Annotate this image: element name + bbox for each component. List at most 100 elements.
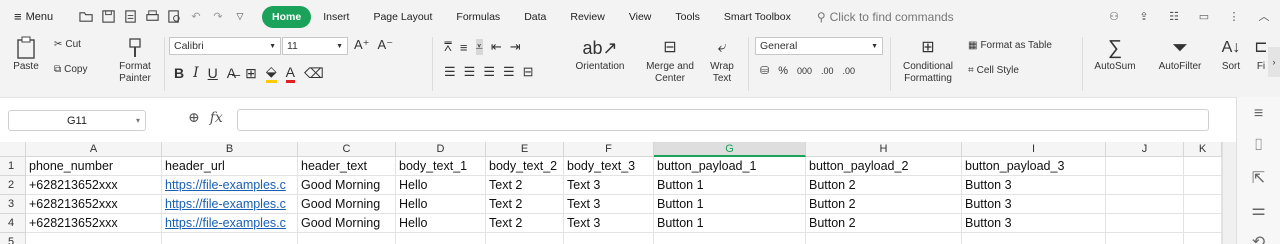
- print-preview-icon[interactable]: [166, 9, 182, 25]
- column-header-i[interactable]: I: [962, 142, 1106, 157]
- sort-button[interactable]: A↓ Sort: [1214, 35, 1248, 73]
- cell-c3[interactable]: Good Morning: [298, 195, 396, 214]
- font-name-select[interactable]: Calibri ▼: [169, 37, 281, 55]
- cell-i4[interactable]: Button 3: [962, 214, 1106, 233]
- thousands-button[interactable]: 000: [797, 66, 812, 76]
- cell-c4[interactable]: Good Morning: [298, 214, 396, 233]
- cell-d2[interactable]: Hello: [396, 176, 486, 195]
- row-header-4[interactable]: 4: [0, 214, 26, 233]
- tab-tools[interactable]: Tools: [663, 6, 712, 28]
- align-top-icon[interactable]: ⩞: [444, 39, 452, 55]
- cell-a1[interactable]: phone_number: [26, 157, 162, 176]
- cell-a3[interactable]: +628213652xxx: [26, 195, 162, 214]
- cell-h4[interactable]: Button 2: [806, 214, 962, 233]
- column-header-c[interactable]: C: [298, 142, 396, 157]
- cell-d5[interactable]: [396, 233, 486, 244]
- distributed-icon[interactable]: ⊟: [523, 64, 534, 80]
- paste-button[interactable]: Paste: [8, 35, 44, 73]
- cell-k3[interactable]: [1184, 195, 1222, 214]
- cell-b5[interactable]: [162, 233, 298, 244]
- column-header-k[interactable]: K: [1184, 142, 1222, 157]
- vertical-scrollbar[interactable]: [1222, 142, 1236, 244]
- cell-e3[interactable]: Text 2: [486, 195, 564, 214]
- row-header-1[interactable]: 1: [0, 157, 26, 176]
- print-icon[interactable]: [144, 9, 160, 25]
- conditional-formatting-button[interactable]: ⊞ Conditional Formatting: [894, 35, 962, 85]
- customize-dropdown-icon[interactable]: ▽: [232, 9, 248, 25]
- cell-e5[interactable]: [486, 233, 564, 244]
- cell-j2[interactable]: [1106, 176, 1184, 195]
- cell-c2[interactable]: Good Morning: [298, 176, 396, 195]
- decrease-font-icon[interactable]: A⁻: [378, 37, 394, 53]
- cell-b1[interactable]: header_url: [162, 157, 298, 176]
- comment-icon[interactable]: ▭: [1196, 8, 1212, 24]
- currency-icon[interactable]: ⛁: [760, 64, 769, 77]
- fill-color-icon[interactable]: ⬙: [265, 63, 277, 83]
- save-icon[interactable]: [100, 9, 116, 25]
- column-header-e[interactable]: E: [486, 142, 564, 157]
- layout-icon[interactable]: ☷: [1166, 8, 1182, 24]
- cell-j1[interactable]: [1106, 157, 1184, 176]
- cell-a4[interactable]: +628213652xxx: [26, 214, 162, 233]
- column-header-j[interactable]: J: [1106, 142, 1184, 157]
- cell-h2[interactable]: Button 2: [806, 176, 962, 195]
- cell-k1[interactable]: [1184, 157, 1222, 176]
- column-header-d[interactable]: D: [396, 142, 486, 157]
- fx-icon[interactable]: fx: [210, 110, 223, 126]
- tab-formulas[interactable]: Formulas: [444, 6, 512, 28]
- increase-font-icon[interactable]: A⁺: [354, 37, 370, 53]
- share-user-icon[interactable]: ⚇: [1106, 8, 1122, 24]
- zoom-search-icon[interactable]: ⊕: [188, 110, 200, 126]
- redo-icon[interactable]: ↷: [210, 9, 226, 25]
- wrap-text-button[interactable]: ⤶ Wrap Text: [704, 35, 740, 85]
- cut-button[interactable]: ✂ Cut: [54, 39, 81, 50]
- cell-f5[interactable]: [564, 233, 654, 244]
- tab-smart-toolbox[interactable]: Smart Toolbox: [712, 6, 803, 28]
- column-header-b[interactable]: B: [162, 142, 298, 157]
- cell-j4[interactable]: [1106, 214, 1184, 233]
- cell-h1[interactable]: button_payload_2: [806, 157, 962, 176]
- export-pdf-icon[interactable]: [122, 9, 138, 25]
- cell-e4[interactable]: Text 2: [486, 214, 564, 233]
- align-center-icon[interactable]: ☰: [464, 64, 476, 80]
- cell-style-button[interactable]: ⌗ Cell Style: [968, 65, 1019, 76]
- indent-increase-icon[interactable]: ⇥: [510, 39, 521, 55]
- row-header-3[interactable]: 3: [0, 195, 26, 214]
- format-as-table-button[interactable]: ▦ Format as Table: [968, 40, 1052, 51]
- share-icon[interactable]: ⇪: [1136, 8, 1152, 24]
- ribbon-scroll-right-icon[interactable]: ›: [1268, 47, 1280, 77]
- tab-page-layout[interactable]: Page Layout: [361, 6, 444, 28]
- column-header-h[interactable]: H: [806, 142, 962, 157]
- cell-i2[interactable]: Button 3: [962, 176, 1106, 195]
- settings-sliders-icon[interactable]: ⚌: [1250, 201, 1268, 219]
- cell-g4[interactable]: Button 1: [654, 214, 806, 233]
- orientation-button[interactable]: ab↗ Orientation: [566, 35, 634, 73]
- align-middle-icon[interactable]: ≡: [460, 40, 468, 55]
- menu-button[interactable]: ≡ Menu: [0, 9, 70, 24]
- align-bottom-icon[interactable]: ⩡: [475, 39, 483, 55]
- open-folder-icon[interactable]: [78, 9, 94, 25]
- font-color-icon[interactable]: A: [285, 64, 295, 83]
- cell-f4[interactable]: Text 3: [564, 214, 654, 233]
- format-painter-button[interactable]: Format Painter: [114, 35, 156, 85]
- history-icon[interactable]: ⟲: [1250, 233, 1268, 244]
- autofilter-button[interactable]: ⏷ AutoFilter: [1150, 35, 1210, 73]
- percent-button[interactable]: %: [778, 65, 788, 77]
- row-header-2[interactable]: 2: [0, 176, 26, 195]
- panel-menu-icon[interactable]: ≡: [1250, 105, 1268, 123]
- italic-icon[interactable]: I: [193, 65, 199, 81]
- cell-g3[interactable]: Button 1: [654, 195, 806, 214]
- cell-b3[interactable]: https://file-examples.c: [162, 195, 298, 214]
- cell-e1[interactable]: body_text_2: [486, 157, 564, 176]
- align-right-icon[interactable]: ☰: [483, 64, 495, 80]
- collapse-ribbon-icon[interactable]: ︿: [1256, 8, 1272, 24]
- increase-decimal-button[interactable]: .00: [821, 66, 834, 76]
- cell-h3[interactable]: Button 2: [806, 195, 962, 214]
- clear-format-icon[interactable]: ⌫: [304, 65, 324, 82]
- cell-b2[interactable]: https://file-examples.c: [162, 176, 298, 195]
- cell-d3[interactable]: Hello: [396, 195, 486, 214]
- name-box[interactable]: G11 ▾: [8, 110, 146, 131]
- tab-home[interactable]: Home: [262, 5, 312, 28]
- undo-icon[interactable]: ↶: [188, 9, 204, 25]
- cell-f3[interactable]: Text 3: [564, 195, 654, 214]
